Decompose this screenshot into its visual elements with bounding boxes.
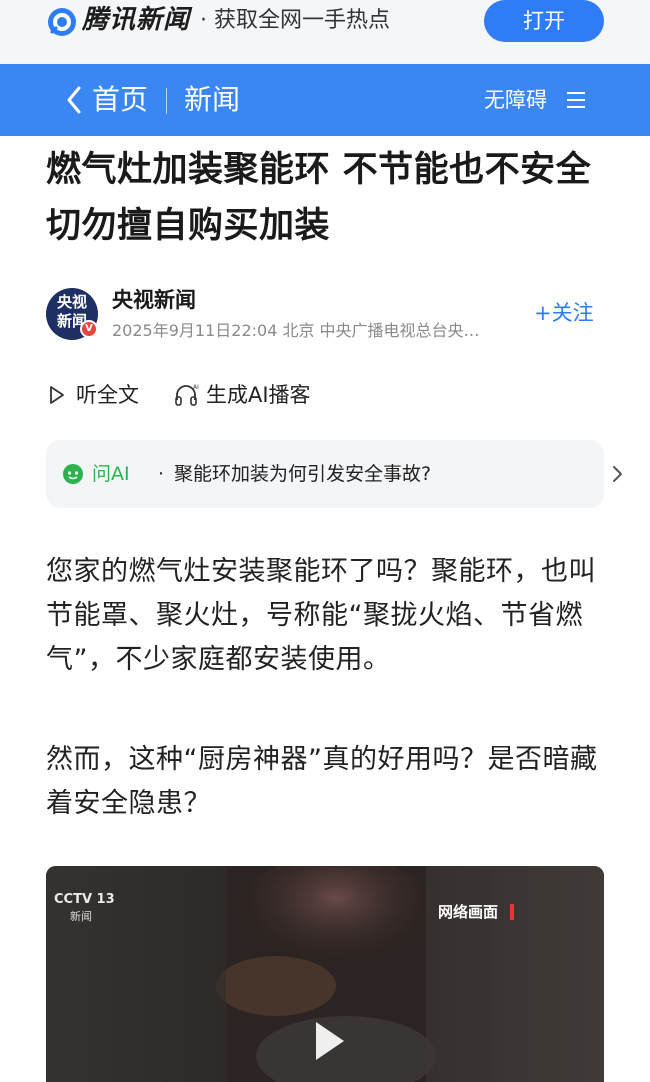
- cctv-channel-sublogo: 新闻: [70, 910, 92, 923]
- tencent-news-logo-icon: [48, 8, 76, 36]
- svg-text:AI: AI: [193, 384, 199, 391]
- ask-ai-question: 聚能环加装为何引发安全事故?: [174, 463, 432, 485]
- video-player[interactable]: CCTV 13 新闻 网络画面: [46, 866, 604, 1082]
- open-app-button[interactable]: 打开: [484, 0, 604, 42]
- back-arrow-icon[interactable]: [64, 82, 84, 118]
- menu-icon[interactable]: [566, 90, 586, 110]
- video-source-overlay: 网络画面: [438, 903, 499, 921]
- article-paragraph: 您家的燃气灶安装聚能环了吗？聚能环，也叫节能罩、聚火灶，号称能“聚拢火焰、节省燃…: [46, 556, 596, 675]
- cctv-channel-logo: CCTV 13: [54, 892, 115, 907]
- chevron-right-icon: [613, 466, 622, 482]
- play-icon[interactable]: [302, 1016, 352, 1066]
- article-title: 燃气灶加装聚能环 不节能也不安全 切勿擅自购买加装: [46, 150, 592, 246]
- follow-button[interactable]: +关注: [534, 298, 594, 328]
- headphones-icon: AI: [175, 384, 199, 406]
- listen-full-text-button[interactable]: 听全文: [48, 380, 139, 410]
- ask-ai-label: 问AI: [92, 463, 130, 485]
- nav-home-link[interactable]: 首页: [92, 64, 148, 136]
- verified-badge-icon: V: [80, 320, 98, 338]
- promo-slogan: · 获取全网一手热点: [200, 8, 390, 33]
- brand-name: 腾讯新闻: [82, 5, 191, 35]
- podcast-label: 生成AI播客: [206, 383, 311, 407]
- ask-ai-separator: ·: [158, 463, 165, 485]
- top-nav-bar: 首页 新闻 无障碍: [0, 64, 650, 136]
- article-meta: 2025年9月11日22:04 北京 中央广播电视总台央…: [112, 321, 480, 340]
- article-paragraph: 然而，这种“厨房神器”真的好用吗？是否暗藏着安全隐患？: [46, 744, 598, 819]
- nav-divider: [166, 88, 167, 114]
- accessibility-button[interactable]: 无障碍: [484, 64, 547, 136]
- app-promo-bar: 腾讯新闻 · 获取全网一手热点 打开: [0, 0, 650, 64]
- author-name[interactable]: 央视新闻: [112, 286, 196, 314]
- nav-channel-link[interactable]: 新闻: [184, 64, 240, 136]
- listen-label: 听全文: [76, 383, 139, 407]
- generate-ai-podcast-button[interactable]: AI 生成AI播客: [174, 380, 311, 410]
- play-outline-icon: [50, 386, 64, 404]
- ai-chat-icon: [63, 464, 83, 484]
- author-avatar[interactable]: 央视新闻 V: [46, 288, 98, 340]
- video-overlay-marker: [510, 904, 514, 920]
- ask-ai-card[interactable]: 问AI · 聚能环加装为何引发安全事故?: [46, 440, 622, 508]
